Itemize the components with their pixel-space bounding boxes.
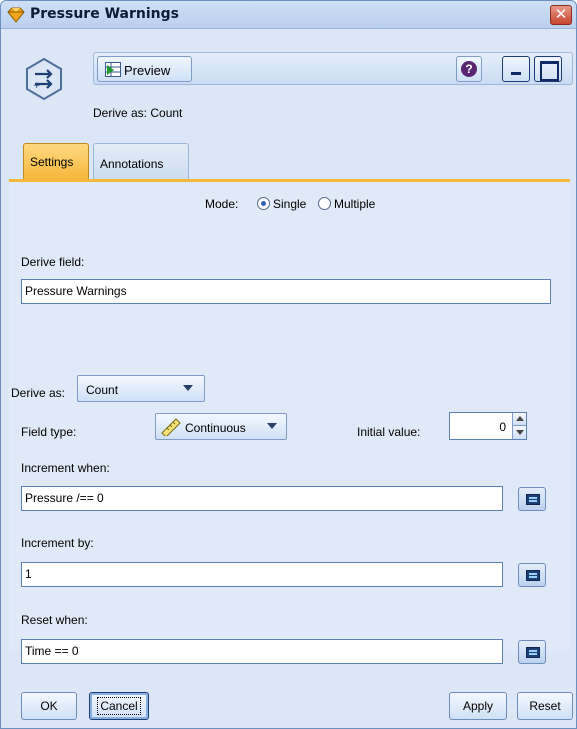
derive-as-value: Count — [86, 383, 119, 397]
field-type-dropdown[interactable]: Continuous — [155, 413, 287, 440]
cancel-label: Cancel — [97, 697, 141, 715]
ruler-icon — [161, 418, 181, 439]
increment-when-input[interactable]: Pressure /== 0 — [21, 486, 503, 511]
close-icon: ✕ — [554, 6, 568, 23]
settings-panel: Mode: Single Multiple Derive field: Pres… — [9, 179, 570, 664]
svg-text:+: + — [33, 81, 41, 91]
dialog-window: Pressure Warnings ✕ + Preview ? Derive a… — [0, 0, 577, 729]
preview-table-icon — [105, 62, 121, 77]
derive-as-dropdown[interactable]: Count — [77, 375, 205, 402]
initial-value-spinner[interactable]: 0 — [449, 412, 527, 440]
mode-single-label[interactable]: Single — [273, 197, 306, 211]
increment-by-expression-button[interactable] — [518, 563, 546, 587]
initial-value: 0 — [499, 420, 506, 434]
title-bar[interactable]: Pressure Warnings ✕ — [1, 1, 576, 29]
field-type-label: Field type: — [21, 425, 77, 439]
diamond-node-icon — [7, 6, 25, 24]
tab-annotations[interactable]: Annotations — [93, 143, 189, 179]
preview-label: Preview — [124, 63, 171, 78]
field-type-value: Continuous — [185, 421, 246, 435]
calculator-icon — [526, 494, 540, 505]
increment-by-input[interactable]: 1 — [21, 562, 503, 587]
node-toolbar: Preview ? — [93, 52, 573, 85]
tab-settings[interactable]: Settings — [23, 143, 89, 179]
spin-down-button[interactable] — [512, 426, 526, 439]
mode-label: Mode: — [205, 197, 239, 211]
cancel-button[interactable]: Cancel — [89, 692, 149, 720]
mode-multiple-label[interactable]: Multiple — [334, 197, 375, 211]
spin-up-button[interactable] — [512, 413, 526, 426]
mode-single-radio[interactable] — [257, 197, 270, 210]
derive-field-label: Derive field: — [21, 255, 85, 269]
reset-button[interactable]: Reset — [517, 692, 573, 720]
help-button[interactable]: ? — [456, 56, 482, 82]
preview-button[interactable]: Preview — [97, 56, 192, 82]
increment-by-label: Increment by: — [21, 536, 94, 550]
apply-button[interactable]: Apply — [449, 692, 507, 720]
derive-caption: Derive as: Count — [93, 106, 183, 120]
chevron-down-icon — [267, 423, 277, 429]
help-icon: ? — [461, 61, 477, 77]
maximize-button[interactable] — [534, 56, 562, 82]
reset-when-input[interactable]: Time == 0 — [21, 639, 503, 664]
mode-multiple-radio[interactable] — [318, 197, 331, 210]
chevron-down-icon — [183, 385, 193, 391]
ok-button[interactable]: OK — [21, 692, 77, 720]
calculator-icon — [526, 570, 540, 581]
derive-field-input[interactable]: Pressure Warnings — [21, 279, 551, 304]
increment-when-expression-button[interactable] — [518, 487, 546, 511]
close-button[interactable]: ✕ — [550, 5, 572, 25]
derive-node-icon: + — [23, 57, 65, 101]
initial-value-label: Initial value: — [357, 425, 421, 439]
reset-when-expression-button[interactable] — [518, 640, 546, 664]
increment-when-label: Increment when: — [21, 461, 110, 475]
reset-when-label: Reset when: — [21, 613, 88, 627]
minimize-button[interactable] — [502, 56, 530, 82]
window-title: Pressure Warnings — [30, 6, 179, 22]
calculator-icon — [526, 647, 540, 658]
derive-as-label: Derive as: — [11, 386, 66, 400]
